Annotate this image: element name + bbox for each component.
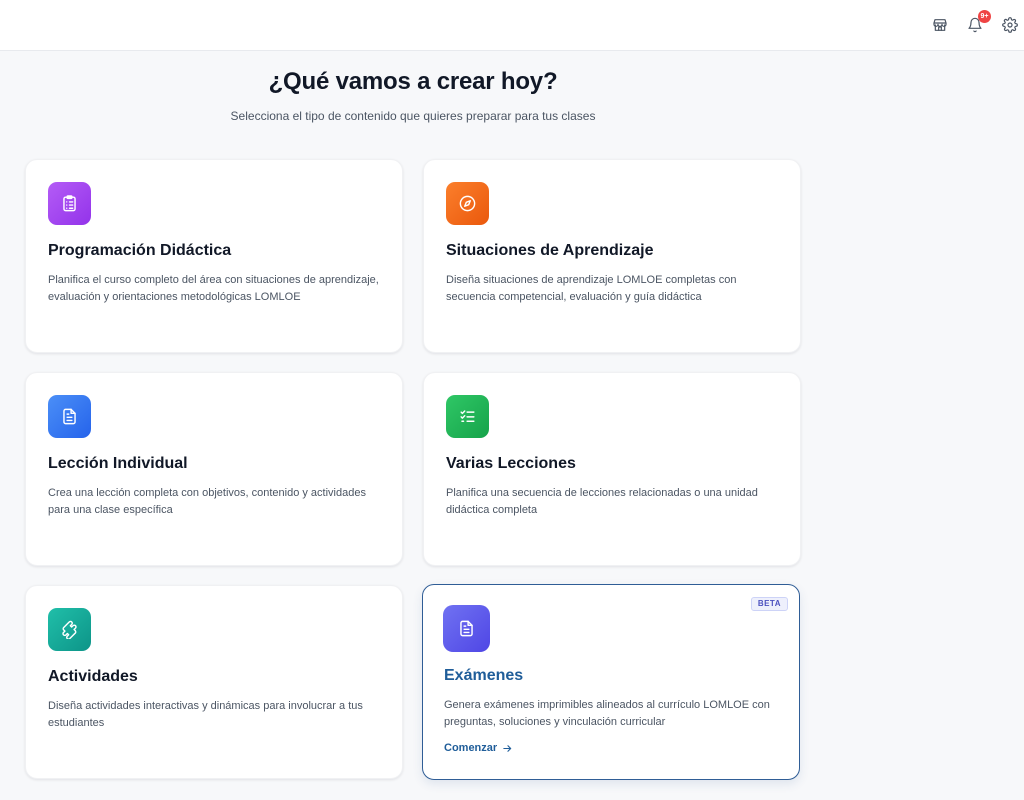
card-title: Varias Lecciones: [446, 455, 576, 472]
page-title: ¿Qué vamos a crear hoy?: [268, 68, 558, 95]
gear-icon[interactable]: [1001, 16, 1019, 34]
card-title: Exámenes: [444, 667, 524, 684]
page-subtitle: Selecciona el tipo de contenido que quie…: [230, 109, 596, 123]
card-description: Planifica una secuencia de lecciones rel…: [446, 487, 758, 516]
top-bar: 9+: [0, 0, 1024, 51]
clipboard-list-icon: [48, 182, 91, 225]
puzzle-icon: [48, 608, 91, 651]
document-icon: [48, 395, 91, 438]
exam-document-icon: [443, 605, 490, 652]
card-title: Programación Didáctica: [48, 242, 232, 259]
card-programacion-didactica[interactable]: Programación Didáctica Planifica el curs…: [25, 159, 403, 353]
card-title: Lección Individual: [48, 455, 188, 472]
card-description: Diseña situaciones de aprendizaje LOMLOE…: [446, 274, 737, 303]
compass-icon: [446, 182, 489, 225]
card-title: Actividades: [48, 668, 138, 685]
card-description: Planifica el curso completo del área con…: [48, 274, 379, 303]
beta-badge: BETA: [750, 597, 788, 611]
arrow-right-icon: [503, 744, 512, 752]
notification-badge: 9+: [978, 10, 991, 23]
store-icon[interactable]: [931, 16, 949, 34]
card-varias-lecciones[interactable]: Varias Lecciones Planifica una secuencia…: [423, 372, 801, 566]
bell-icon[interactable]: 9+: [966, 10, 991, 34]
card-actividades[interactable]: Actividades Diseña actividades interacti…: [25, 585, 403, 779]
card-description: Genera exámenes imprimibles alineados al…: [444, 699, 770, 728]
start-button[interactable]: Comenzar: [444, 742, 513, 754]
card-situaciones-aprendizaje[interactable]: Situaciones de Aprendizaje Diseña situac…: [423, 159, 801, 353]
card-description: Diseña actividades interactivas y dinámi…: [48, 700, 363, 729]
card-leccion-individual[interactable]: Lección Individual Crea una lección comp…: [25, 372, 403, 566]
card-examenes[interactable]: BETA Exámenes Genera exámenes imprimible…: [422, 584, 800, 780]
card-title: Situaciones de Aprendizaje: [446, 242, 654, 259]
checklist-icon: [446, 395, 489, 438]
card-description: Crea una lección completa con objetivos,…: [48, 487, 366, 516]
start-button-label: Comenzar: [444, 742, 498, 754]
